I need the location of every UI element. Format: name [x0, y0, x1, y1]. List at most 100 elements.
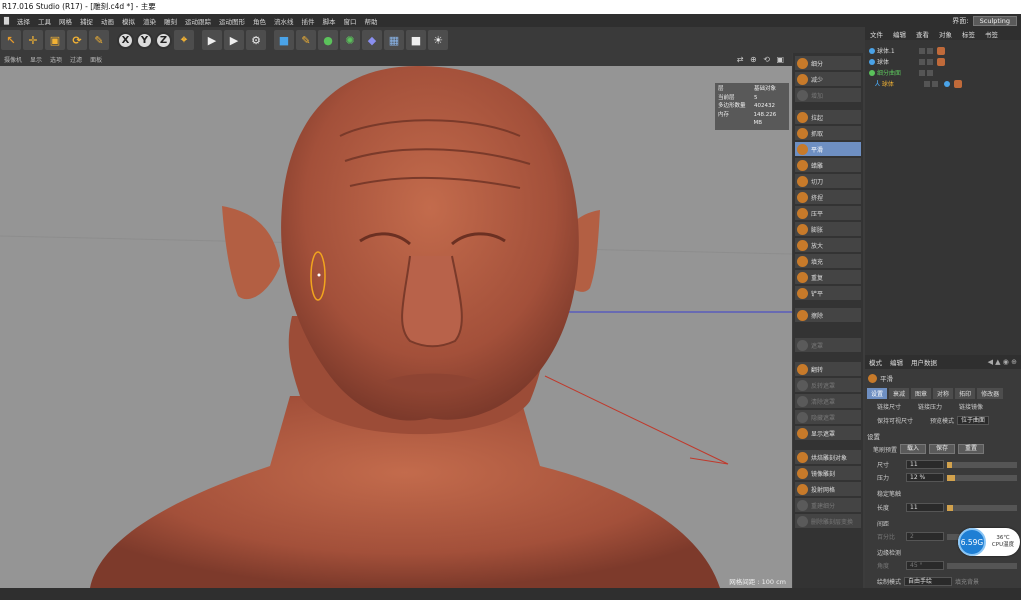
visibility-toggle[interactable] — [919, 58, 925, 65]
array-icon[interactable]: ✺ — [340, 30, 360, 50]
menu-item-script[interactable]: 脚本 — [319, 16, 340, 26]
visibility-toggle[interactable] — [919, 47, 925, 54]
tab-falloff[interactable]: 衰减 — [889, 388, 910, 399]
am-menu-mode[interactable]: 模式 — [865, 357, 886, 367]
sculpt-tool-project-mesh[interactable]: 投射网格 — [795, 482, 861, 496]
sculpt-tool-hide-mask[interactable]: 隐藏遮罩 — [795, 410, 861, 424]
z-axis-icon[interactable]: Z — [155, 31, 172, 49]
preview-mode-dropdown[interactable]: 位于曲面 — [957, 416, 990, 425]
material-tag-icon[interactable] — [943, 80, 950, 87]
enable-toggle[interactable] — [931, 80, 938, 87]
x-axis-icon[interactable]: X — [117, 31, 134, 49]
sculpt-tool-delete-layer[interactable]: 删除雕刻层变换 — [795, 514, 861, 528]
om-menu-bookmarks[interactable]: 书签 — [980, 29, 1003, 39]
tab-stamp[interactable]: 图章 — [911, 388, 932, 399]
sculpt-tool-decrease[interactable]: 减少 — [795, 72, 861, 86]
sculpt-tool-fill-brush[interactable]: 填充 — [795, 254, 861, 268]
am-nav-icons[interactable]: ◀ ▲ ◉ ⊕ — [988, 358, 1021, 366]
om-menu-file[interactable]: 文件 — [865, 29, 888, 39]
spacing-percent-input[interactable]: 2 — [906, 532, 944, 541]
sculpt-tool-repeat-brush[interactable]: 重复 — [795, 270, 861, 284]
enable-toggle[interactable] — [927, 69, 933, 76]
draw-mode-dropdown[interactable]: 自由手绘 — [904, 577, 953, 586]
sculpt-tool-blur-mask[interactable]: 清除遮罩 — [795, 394, 861, 408]
sculpt-tag-icon[interactable] — [953, 79, 962, 88]
menu-item-sculpt[interactable]: 雕刻 — [160, 16, 181, 26]
tab-settings[interactable]: 设置 — [867, 388, 888, 399]
menu-item-animate[interactable]: 动画 — [97, 16, 118, 26]
load-preset-button[interactable]: 载入 — [900, 444, 927, 454]
viewport-menu-panel[interactable]: 面板 — [86, 55, 106, 64]
link-size-label[interactable]: 链接尺寸 — [877, 402, 901, 411]
sculpt-tool-increase[interactable]: 增加 — [795, 88, 861, 102]
keep-visible-size-label[interactable]: 保持可视尺寸 — [877, 416, 913, 425]
render-settings-icon[interactable]: ⚙ — [246, 30, 266, 50]
render-view-icon[interactable]: ▶ — [202, 30, 222, 50]
scale-icon[interactable]: ▣ — [45, 30, 65, 50]
subdivision-icon[interactable]: ● — [318, 30, 338, 50]
sculpt-tool-pinch-brush[interactable]: 挤捏 — [795, 190, 861, 204]
viewport-menu-filter[interactable]: 过滤 — [66, 55, 86, 64]
size-slider[interactable] — [947, 461, 1017, 468]
pressure-slider[interactable] — [947, 474, 1017, 481]
sculpt-tool-grab-brush[interactable]: 抓取 — [795, 126, 861, 140]
menu-item-pipeline[interactable]: 流水线 — [270, 16, 298, 26]
save-preset-button[interactable]: 保存 — [929, 444, 956, 454]
rotate-icon[interactable]: ⟳ — [67, 30, 87, 50]
sculpt-tool-smooth-brush[interactable]: 平滑 — [795, 142, 861, 156]
menu-item-simulate[interactable]: 模拟 — [118, 16, 139, 26]
menu-item-mesh[interactable]: 网格 — [55, 16, 76, 26]
spacing-label[interactable]: 间距 — [877, 519, 889, 528]
menu-item-mograph[interactable]: 运动图形 — [215, 16, 249, 26]
om-menu-view[interactable]: 查看 — [911, 29, 934, 39]
stable-stroke-label[interactable]: 稳定笔触 — [877, 489, 901, 498]
angle-slider[interactable] — [947, 562, 1017, 569]
sculpt-tool-wax-brush[interactable]: 蜡雕 — [795, 158, 861, 172]
menu-item-window[interactable]: 窗口 — [340, 16, 361, 26]
render-picture-icon[interactable]: ▶ — [224, 30, 244, 50]
am-menu-edit[interactable]: 编辑 — [886, 357, 907, 367]
pointer-icon[interactable]: ↖ — [1, 30, 21, 50]
sculpt-tool-rebuild[interactable]: 重建细分 — [795, 498, 861, 512]
menu-item-select[interactable]: 选择 — [13, 16, 34, 26]
menu-item-snap[interactable]: 捕捉 — [76, 16, 97, 26]
pen-icon[interactable]: ✎ — [296, 30, 316, 50]
sculpt-tag-icon[interactable] — [937, 46, 945, 55]
visibility-toggle[interactable] — [919, 69, 925, 76]
cpu-monitor-widget[interactable]: 6.59G 36℃ CPU温度 — [958, 528, 1020, 556]
cube-icon[interactable]: ■ — [274, 30, 294, 50]
viewport-nav-icons[interactable]: ⇄ ⊕ ⟲ ▣ — [737, 55, 792, 64]
light-icon[interactable]: ☀ — [428, 30, 448, 50]
3d-viewport[interactable]: 层 基础对象 当前层 5 多边形数量 402432 内存 148.226 MB 网格间距… — [0, 66, 792, 588]
sculpt-tool-bake[interactable]: 烘焙雕刻对象 — [795, 450, 861, 464]
tab-modifiers[interactable]: 修改器 — [977, 388, 1004, 399]
floor-icon[interactable]: ▦ — [384, 30, 404, 50]
menu-item[interactable]: █ — [0, 17, 13, 25]
sculpt-tool-subdivide[interactable]: 细分 — [795, 56, 861, 70]
am-menu-userdata[interactable]: 用户数据 — [907, 357, 941, 367]
menu-item-render[interactable]: 渲染 — [139, 16, 160, 26]
om-menu-object[interactable]: 对象 — [934, 29, 957, 39]
angle-input[interactable]: 45 ° — [906, 561, 944, 570]
visibility-toggle[interactable] — [923, 80, 930, 87]
object-row[interactable]: 球体.1 — [865, 45, 1021, 56]
tab-symmetry[interactable]: 对称 — [933, 388, 954, 399]
sculpt-tool-invert-mask[interactable]: 翻转 — [795, 362, 861, 376]
sculpt-tool-clear-mask[interactable]: 反转遮罩 — [795, 378, 861, 392]
sculpt-tool-erase-brush[interactable]: 擦除 — [795, 308, 861, 322]
menu-item-tools[interactable]: 工具 — [34, 16, 55, 26]
edge-detect-label[interactable]: 边缘检测 — [877, 548, 901, 557]
layout-dropdown[interactable]: Sculpting — [972, 15, 1017, 26]
sculpt-tool-mask-brush[interactable]: 遮罩 — [795, 338, 861, 352]
menu-item-motion-tracking[interactable]: 运动跟踪 — [181, 16, 215, 26]
enable-toggle[interactable] — [927, 47, 933, 54]
fill-background-label[interactable]: 填充背景 — [955, 577, 979, 586]
deformer-icon[interactable]: ◆ — [362, 30, 382, 50]
y-axis-icon[interactable]: Y — [136, 31, 153, 49]
sculpt-tool-knife-brush[interactable]: 切刀 — [795, 174, 861, 188]
viewport-menu-camera[interactable]: 摄像机 — [0, 55, 26, 64]
length-input[interactable]: 11 — [906, 503, 944, 512]
size-input[interactable]: 11 — [906, 460, 944, 469]
enable-toggle[interactable] — [927, 58, 933, 65]
sculpt-tool-mirror[interactable]: 镜像雕刻 — [795, 466, 861, 480]
